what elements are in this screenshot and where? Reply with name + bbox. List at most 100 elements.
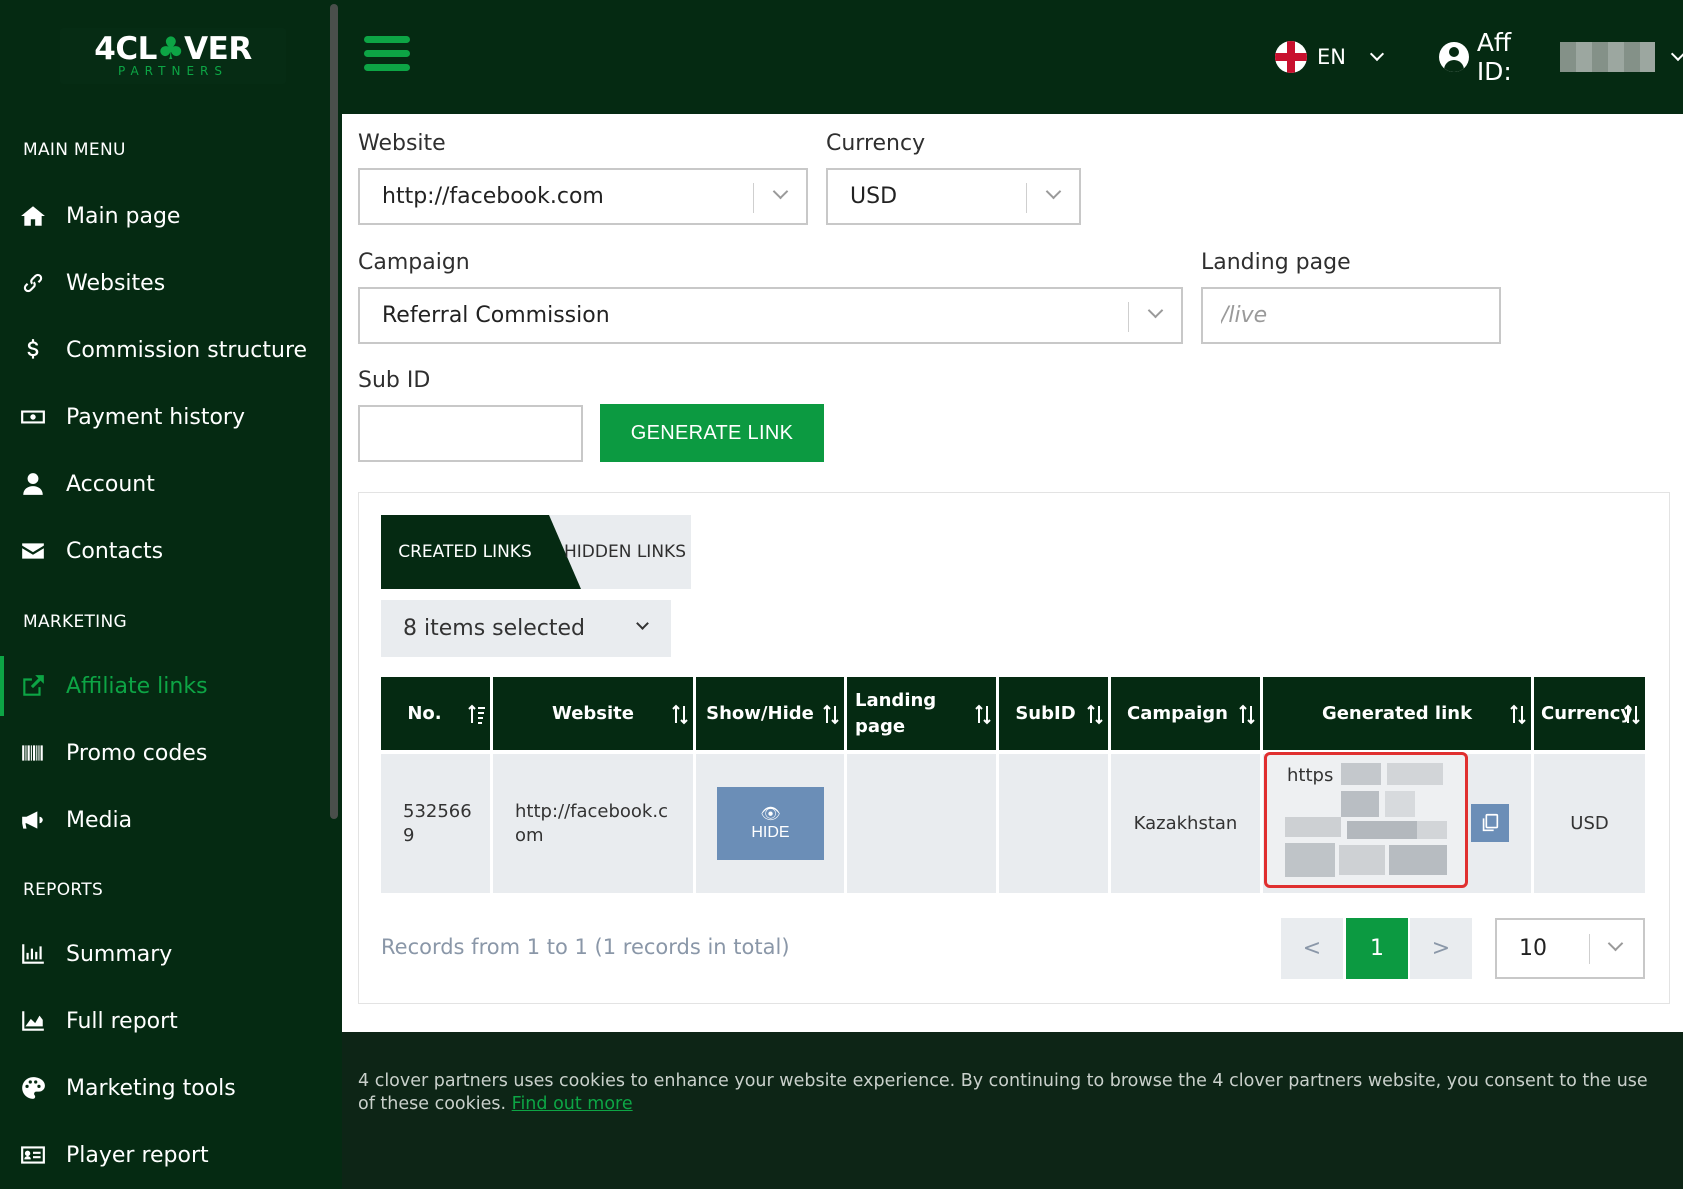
website-select[interactable]: http://facebook.com [358,168,808,225]
column-header-no[interactable]: No. [381,677,490,750]
sidebar-item-affiliate-links[interactable]: Affiliate links [0,656,330,716]
sort-icon [974,703,992,725]
sidebar-item-main-page[interactable]: Main page [0,186,330,246]
column-header-subid[interactable]: SubID [999,677,1108,750]
sidebar-item-label: Websites [66,270,166,296]
campaign-select[interactable]: Referral Commission [358,287,1183,344]
chevron-down-icon [772,183,789,200]
columns-multiselect[interactable]: 8 items selected [381,600,671,657]
sidebar-item-marketing-tools[interactable]: Marketing tools [0,1058,330,1118]
id-card-icon [20,1142,46,1168]
hide-link-button[interactable]: 👁 HIDE [717,787,824,860]
pagination-page-1[interactable]: 1 [1346,918,1408,979]
pagination-next-button[interactable]: > [1410,918,1472,979]
column-header-website[interactable]: Website [493,677,693,750]
dollar-icon [20,337,46,363]
sidebar-item-label: Affiliate links [66,673,208,699]
top-header: EN Aff ID: [342,0,1683,114]
chevron-down-icon [1670,46,1683,62]
sidebar-item-label: Promo codes [66,740,208,766]
sidebar-item-summary[interactable]: Summary [0,924,330,984]
area-chart-icon [20,1008,46,1034]
envelope-icon [20,538,46,564]
column-header-generated-link[interactable]: Generated link [1263,677,1531,750]
sidebar-item-label: Summary [66,941,173,967]
language-selector[interactable]: EN [1275,40,1385,74]
sidebar-item-label: Marketing tools [66,1075,236,1101]
sidebar-item-commission-structure[interactable]: Commission structure [0,320,330,380]
landing-page-input[interactable] [1201,287,1501,344]
column-header-show-hide[interactable]: Show/Hide [696,677,844,750]
megaphone-icon [20,807,46,833]
palette-icon [20,1075,46,1101]
section-label-reports: REPORTS [23,880,104,900]
chevron-down-icon [636,617,649,630]
account-menu[interactable]: Aff ID: [1439,28,1683,86]
cell-website: http://facebook.com [515,800,668,846]
campaign-label: Campaign [358,250,470,275]
menu-toggle-icon[interactable] [364,36,410,76]
cell-no: 5325669 [403,800,472,846]
pagination-prev-button[interactable]: < [1281,918,1343,979]
sort-ascending-icon [468,703,486,725]
table-row: 5325669 [381,754,490,893]
sidebar-item-media[interactable]: Media [0,790,330,850]
find-out-more-link[interactable]: Find out more [512,1094,633,1114]
sort-icon [1509,703,1527,725]
logo[interactable]: 4CL♣VER PARTNERS [60,28,286,84]
chevron-down-icon [1045,183,1062,200]
links-tabs: CREATED LINKS HIDDEN LINKS [381,515,691,589]
sidebar-item-full-report[interactable]: Full report [0,991,330,1051]
sidebar-scrollbar[interactable] [330,4,338,819]
external-link-icon [20,673,46,699]
eye-icon: 👁 [760,805,781,823]
sort-icon [1238,703,1256,725]
sidebar-item-payment-history[interactable]: Payment history [0,387,330,447]
generated-link-text: https [1287,765,1334,786]
chevron-down-icon [1147,302,1164,319]
sidebar-item-label: Account [66,471,155,497]
per-page-select[interactable]: 10 [1495,918,1645,979]
sidebar-item-label: Commission structure [66,337,308,363]
cell-currency: USD [1570,813,1609,834]
aff-id-redacted [1559,42,1656,72]
sidebar-item-label: Payment history [66,404,245,430]
cell-campaign: Kazakhstan [1133,813,1238,834]
records-info: Records from 1 to 1 (1 records in total) [381,935,790,959]
clover-icon: ♣ [156,31,185,67]
currency-select[interactable]: USD [826,168,1081,225]
cell-landing-page [847,754,996,893]
english-flag-icon [1275,41,1307,73]
generate-link-button[interactable]: GENERATE LINK [600,404,824,462]
user-icon [20,471,46,497]
home-icon [20,203,46,229]
tab-hidden-links[interactable]: HIDDEN LINKS [549,515,691,589]
user-circle-icon [1439,42,1469,72]
column-header-campaign[interactable]: Campaign [1111,677,1260,750]
section-label-marketing: MARKETING [23,612,127,632]
cookie-banner: 4 clover partners uses cookies to enhanc… [342,1032,1683,1189]
sidebar-item-websites[interactable]: Websites [0,253,330,313]
chevron-down-icon [1369,46,1385,62]
column-header-currency[interactable]: Currency [1534,677,1645,750]
sidebar-item-promo-codes[interactable]: Promo codes [0,723,330,783]
copy-link-button[interactable] [1471,804,1509,842]
bar-chart-icon [20,941,46,967]
copy-icon [1482,813,1499,832]
sidebar-item-contacts[interactable]: Contacts [0,521,330,581]
sub-id-label: Sub ID [358,368,431,393]
aff-id-label: Aff ID: [1476,28,1512,86]
column-header-landing-page[interactable]: Landing page [847,677,996,750]
sidebar-item-label: Player report [66,1142,209,1168]
website-label: Website [358,131,446,156]
sidebar-item-player-report[interactable]: Player report [0,1125,330,1185]
link-icon [20,270,46,296]
section-label-main-menu: MAIN MENU [23,140,126,160]
sidebar-item-account[interactable]: Account [0,454,330,514]
sidebar: 4CL♣VER PARTNERS MAIN MENU Main page Web… [0,0,342,1189]
generated-link-cell[interactable]: https [1264,752,1468,888]
money-bill-icon [20,404,46,430]
sub-id-input[interactable] [358,405,583,462]
sidebar-item-label: Main page [66,203,181,229]
sort-icon [822,703,840,725]
